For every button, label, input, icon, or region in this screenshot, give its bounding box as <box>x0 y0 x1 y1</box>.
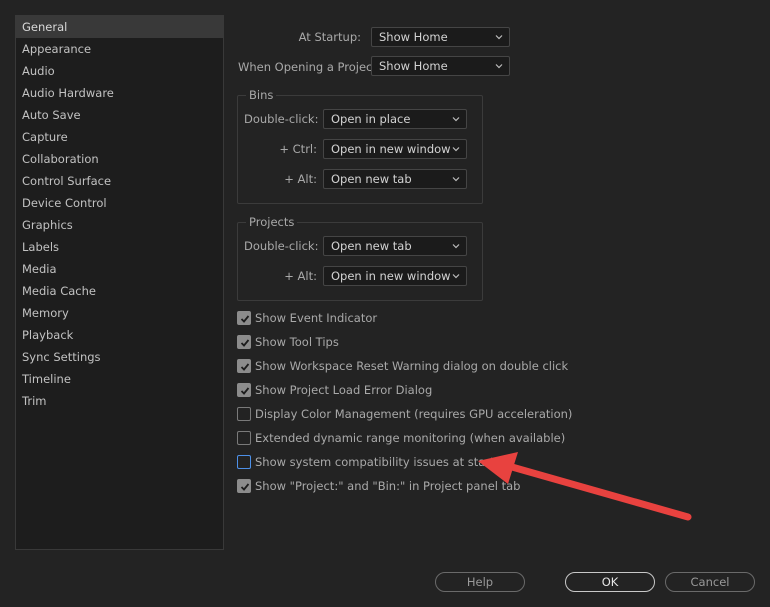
checkmark-icon <box>240 483 250 491</box>
sidebar-item-audio[interactable]: Audio <box>16 60 223 82</box>
display-color-management-label: Display Color Management (requires GPU a… <box>255 407 573 421</box>
preferences-category-list: General Appearance Audio Audio Hardware … <box>15 15 224 550</box>
bins-double-click-dropdown[interactable]: Open in place <box>323 109 467 129</box>
sidebar-item-device-control[interactable]: Device Control <box>16 192 223 214</box>
checkmark-icon <box>240 363 250 371</box>
bins-ctrl-value: Open in new window <box>331 142 451 156</box>
sidebar-item-media-cache[interactable]: Media Cache <box>16 280 223 302</box>
sidebar-item-graphics[interactable]: Graphics <box>16 214 223 236</box>
bins-ctrl-label: + Ctrl: <box>279 142 317 156</box>
project-bin-in-tab-checkbox[interactable] <box>237 479 251 493</box>
show-tool-tips-label: Show Tool Tips <box>255 335 339 349</box>
sidebar-item-playback[interactable]: Playback <box>16 324 223 346</box>
sidebar-item-media[interactable]: Media <box>16 258 223 280</box>
annotation-arrow-icon <box>478 452 692 521</box>
projects-double-click-label: Double-click: <box>244 239 319 253</box>
checkmark-icon <box>240 339 250 347</box>
when-opening-project-label: When Opening a Project: <box>238 60 381 74</box>
chevron-down-icon <box>452 177 460 182</box>
sidebar-item-timeline[interactable]: Timeline <box>16 368 223 390</box>
checkmark-icon <box>240 315 250 323</box>
cancel-button[interactable]: Cancel <box>665 572 755 592</box>
extended-dynamic-range-checkbox[interactable] <box>237 431 251 445</box>
sidebar-item-appearance[interactable]: Appearance <box>16 38 223 60</box>
checkmark-icon <box>240 387 250 395</box>
chevron-down-icon <box>452 117 460 122</box>
sidebar-item-general[interactable]: General <box>16 16 223 38</box>
project-load-error-label: Show Project Load Error Dialog <box>255 383 433 397</box>
bins-group-title: Bins <box>246 88 277 102</box>
bins-alt-label: + Alt: <box>284 172 317 186</box>
projects-double-click-value: Open new tab <box>331 239 412 253</box>
workspace-reset-warning-label: Show Workspace Reset Warning dialog on d… <box>255 359 569 373</box>
system-compatibility-checkbox[interactable] <box>237 455 251 469</box>
at-startup-dropdown[interactable]: Show Home <box>371 27 510 47</box>
show-event-indicator-label: Show Event Indicator <box>255 311 378 325</box>
sidebar-item-memory[interactable]: Memory <box>16 302 223 324</box>
when-opening-project-dropdown[interactable]: Show Home <box>371 56 510 76</box>
at-startup-label: At Startup: <box>298 30 361 44</box>
show-event-indicator-checkbox[interactable] <box>237 311 251 325</box>
ok-button[interactable]: OK <box>565 572 655 592</box>
workspace-reset-warning-checkbox[interactable] <box>237 359 251 373</box>
sidebar-item-auto-save[interactable]: Auto Save <box>16 104 223 126</box>
at-startup-value: Show Home <box>379 30 448 44</box>
bins-alt-value: Open new tab <box>331 172 412 186</box>
project-load-error-checkbox[interactable] <box>237 383 251 397</box>
chevron-down-icon <box>452 274 460 279</box>
projects-group: Projects <box>237 215 483 301</box>
projects-double-click-dropdown[interactable]: Open new tab <box>323 236 467 256</box>
display-color-management-checkbox[interactable] <box>237 407 251 421</box>
chevron-down-icon <box>495 35 503 40</box>
sidebar-item-control-surface[interactable]: Control Surface <box>16 170 223 192</box>
projects-alt-label: + Alt: <box>284 269 317 283</box>
sidebar-item-collaboration[interactable]: Collaboration <box>16 148 223 170</box>
bins-double-click-label: Double-click: <box>244 112 319 126</box>
help-button[interactable]: Help <box>435 572 525 592</box>
sidebar-item-labels[interactable]: Labels <box>16 236 223 258</box>
projects-group-title: Projects <box>246 215 298 229</box>
extended-dynamic-range-label: Extended dynamic range monitoring (when … <box>255 431 566 445</box>
chevron-down-icon <box>452 244 460 249</box>
bins-alt-dropdown[interactable]: Open new tab <box>323 169 467 189</box>
chevron-down-icon <box>495 64 503 69</box>
chevron-down-icon <box>452 147 460 152</box>
sidebar-item-audio-hardware[interactable]: Audio Hardware <box>16 82 223 104</box>
sidebar-item-sync-settings[interactable]: Sync Settings <box>16 346 223 368</box>
projects-alt-value: Open in new window <box>331 269 451 283</box>
bins-double-click-value: Open in place <box>331 112 411 126</box>
sidebar-item-capture[interactable]: Capture <box>16 126 223 148</box>
sidebar-item-trim[interactable]: Trim <box>16 390 223 412</box>
when-opening-project-value: Show Home <box>379 59 448 73</box>
projects-alt-dropdown[interactable]: Open in new window <box>323 266 467 286</box>
bins-ctrl-dropdown[interactable]: Open in new window <box>323 139 467 159</box>
show-tool-tips-checkbox[interactable] <box>237 335 251 349</box>
